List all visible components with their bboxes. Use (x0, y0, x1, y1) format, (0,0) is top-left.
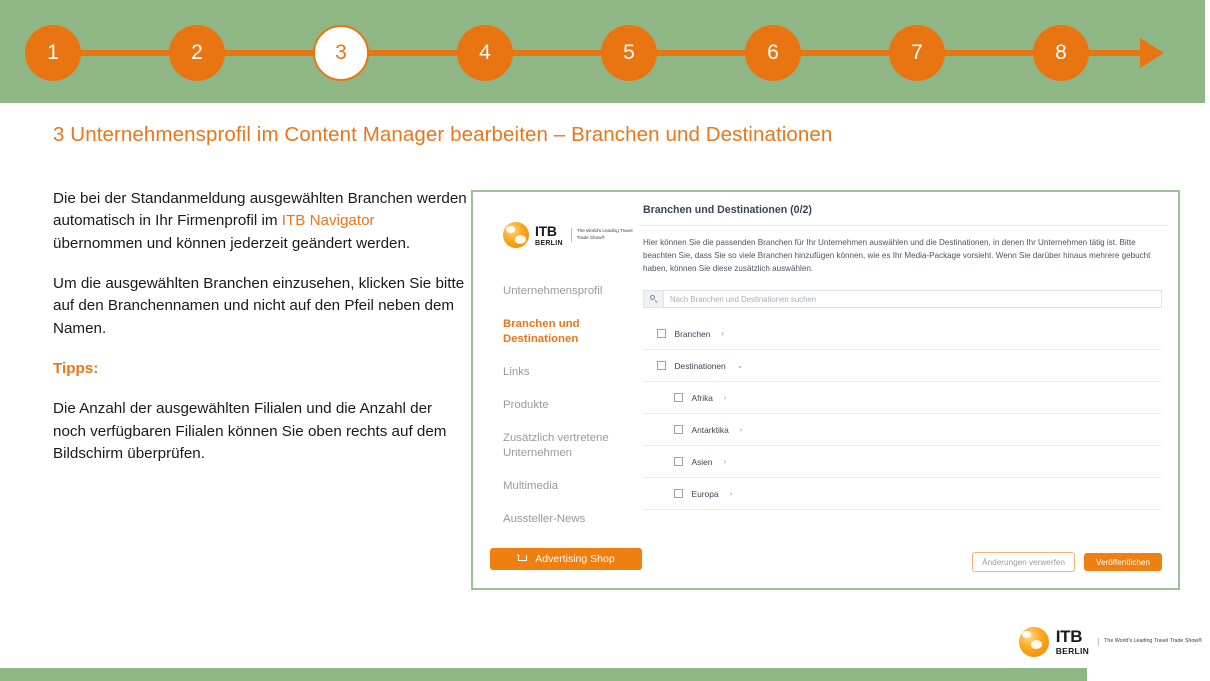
globe-icon (1018, 627, 1049, 657)
tree-label-destinationen[interactable]: Destinationen (675, 361, 726, 371)
globe-icon (503, 222, 529, 248)
checkbox-branchen[interactable] (657, 329, 666, 338)
stepper-step-6[interactable]: 6 (745, 25, 801, 81)
tree-label-asien[interactable]: Asien (692, 457, 713, 467)
search-input[interactable] (663, 290, 1162, 308)
chevron-right-icon[interactable]: › (730, 489, 733, 498)
tree-row-destinationen[interactable]: Destinationen ⌄ (643, 350, 1162, 382)
paragraph-instructions: Um die ausgewählten Branchen einzusehen,… (53, 275, 465, 337)
checkbox-antarktika[interactable] (674, 425, 683, 434)
footer-logo-berlin-text: BERLIN (1055, 646, 1090, 657)
header-band: 1 2 3 4 5 6 7 8 (0, 0, 1205, 103)
tree-row-europa[interactable]: Europa › (643, 478, 1162, 510)
stepper-step-2[interactable]: 2 (169, 25, 225, 81)
footer-itb-logo: ITB BERLIN The World's Leading Travel Tr… (1018, 627, 1202, 657)
itb-logo-wordmark: ITB BERLIN (535, 224, 563, 247)
tree-row-asien[interactable]: Asien › (643, 446, 1162, 478)
divider (639, 225, 1168, 226)
checkbox-asien[interactable] (674, 457, 683, 466)
tree-label-europa[interactable]: Europa (692, 489, 719, 499)
panel-action-buttons: Änderungen verwerfen Veröffentlichen (972, 552, 1162, 572)
checkbox-afrika[interactable] (674, 393, 683, 402)
advertising-shop-label: Advertising Shop (535, 553, 615, 565)
app-main-content: Branchen und Destinationen (0/2) Hier kö… (633, 192, 1178, 588)
content-manager-screenshot: ITB BERLIN The World's Leading Travel Tr… (471, 190, 1180, 590)
itb-logo: ITB BERLIN The World's Leading Travel Tr… (503, 222, 633, 248)
tree-row-afrika[interactable]: Afrika › (643, 382, 1162, 414)
chevron-right-icon[interactable]: › (721, 329, 724, 338)
stepper-step-3[interactable]: 3 (313, 25, 369, 81)
search-icon[interactable] (643, 290, 663, 308)
footer-logo-tagline: The World's Leading Travel Trade Show® (1098, 638, 1202, 646)
discard-changes-button[interactable]: Änderungen verwerfen (972, 552, 1075, 572)
chevron-down-icon[interactable]: ⌄ (737, 361, 744, 370)
itb-logo-tagline: The World's Leading Travel Trade Show® (570, 228, 633, 242)
stepper-step-4[interactable]: 4 (457, 25, 513, 81)
itb-logo-itb-text: ITB (535, 222, 557, 239)
advertising-shop-button[interactable]: Advertising Shop (490, 548, 642, 570)
paragraph-intro-part1: Die bei der Standanmeldung ausgewählten … (53, 190, 467, 230)
stepper-step-1[interactable]: 1 (25, 25, 81, 81)
sidebar-item-links[interactable]: Links (503, 365, 623, 380)
stepper-step-7[interactable]: 7 (889, 25, 945, 81)
app-sidebar: ITB BERLIN The World's Leading Travel Tr… (473, 192, 642, 588)
stepper-step-5[interactable]: 5 (601, 25, 657, 81)
sidebar-nav: Unternehmensprofil Branchen und Destinat… (503, 284, 623, 545)
chevron-right-icon[interactable]: › (724, 393, 727, 402)
footer-logo-wordmark: ITB BERLIN (1056, 628, 1089, 656)
checkbox-destinationen[interactable] (657, 361, 666, 370)
checkbox-europa[interactable] (674, 489, 683, 498)
paragraph-intro-part2: übernommen und können jederzeit geändert… (53, 234, 411, 252)
stepper-arrow-icon (1140, 38, 1164, 68)
sidebar-item-aussteller-news[interactable]: Aussteller-News (503, 512, 623, 527)
tree-label-branchen[interactable]: Branchen (675, 329, 711, 339)
chevron-right-icon[interactable]: › (740, 425, 743, 434)
itb-navigator-link[interactable]: ITB Navigator (282, 212, 375, 229)
sidebar-item-zusaetzlich-vertretene-unternehmen[interactable]: Zusätzlich vertretene Unternehmen (503, 431, 623, 461)
paragraph-intro: Die bei der Standanmeldung ausgewählten … (53, 188, 468, 255)
sidebar-item-branchen-und-destinationen[interactable]: Branchen und Destinationen (503, 317, 623, 347)
search-row (643, 290, 1162, 308)
sidebar-item-produkte[interactable]: Produkte (503, 398, 623, 413)
stepper-step-8[interactable]: 8 (1033, 25, 1089, 81)
chevron-right-icon[interactable]: › (723, 457, 726, 466)
publish-button[interactable]: Veröffentlichen (1083, 553, 1162, 571)
tree-row-branchen[interactable]: Branchen › (643, 318, 1162, 350)
tips-heading: Tipps: (53, 360, 99, 378)
left-text-column: Die bei der Standanmeldung ausgewählten … (53, 188, 468, 483)
page-title: 3 Unternehmensprofil im Content Manager … (53, 123, 833, 146)
sidebar-item-multimedia[interactable]: Multimedia (503, 479, 623, 494)
footer-band (0, 668, 1087, 681)
category-tree: Branchen › Destinationen ⌄ Afrika › Anta… (643, 318, 1162, 510)
tree-label-antarktika[interactable]: Antarktika (692, 425, 729, 435)
tree-row-antarktika[interactable]: Antarktika › (643, 414, 1162, 446)
sidebar-item-unternehmensprofil[interactable]: Unternehmensprofil (503, 284, 623, 299)
itb-logo-berlin-text: BERLIN (535, 239, 563, 247)
section-description: Hier können Sie die passenden Branchen f… (643, 238, 1151, 274)
section-title: Branchen und Destinationen (0/2) (643, 204, 812, 216)
shopping-cart-icon (517, 554, 528, 564)
progress-stepper: 1 2 3 4 5 6 7 8 (0, 0, 1205, 103)
tips-body: Die Anzahl der ausgewählten Filialen und… (53, 400, 447, 463)
footer-logo-itb-text: ITB (1055, 627, 1083, 647)
tree-label-afrika[interactable]: Afrika (692, 393, 713, 403)
